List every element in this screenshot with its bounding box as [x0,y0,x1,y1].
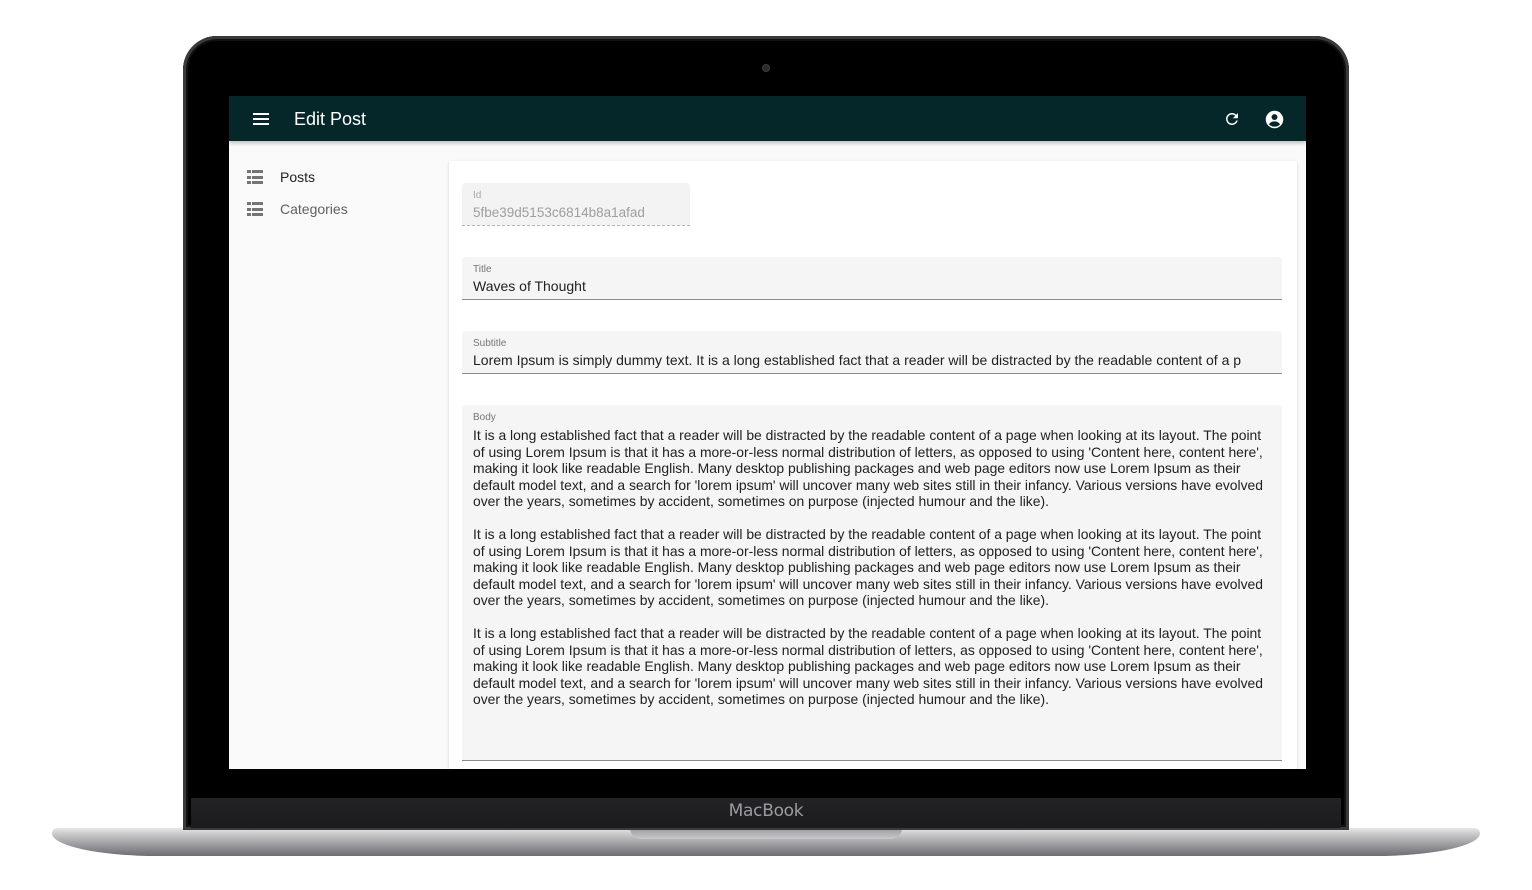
id-field-value: 5fbe39d5153c6814b8a1afad [473,205,645,220]
page-title: Edit Post [294,109,367,129]
camera-icon [762,64,770,72]
body-field[interactable]: Body It is a long established fact that … [462,405,1282,761]
refresh-icon[interactable] [1219,106,1245,132]
list-icon [247,202,263,216]
sidebar-item-categories[interactable]: Categories [247,196,348,222]
body-field-label: Body [473,412,496,423]
edit-post-form: Id 5fbe39d5153c6814b8a1afad Title Waves … [449,161,1297,769]
sidebar: Posts Categories [229,141,449,769]
menu-icon[interactable] [249,107,273,131]
body-field-value[interactable]: It is a long established fact that a rea… [473,427,1271,708]
brand-label: MacBook [728,801,804,821]
account-circle-icon[interactable] [1261,106,1287,132]
subtitle-field-label: Subtitle [473,338,507,349]
app-screen: Edit Post Posts Categories Id 5fbe39d515… [229,96,1306,769]
app-bar: Edit Post [229,96,1306,141]
body-paragraph: It is a long established fact that a rea… [473,625,1263,707]
sidebar-item-posts[interactable]: Posts [247,164,315,190]
sidebar-item-label: Posts [280,169,316,185]
body-paragraph: It is a long established fact that a rea… [473,427,1263,509]
title-field-value[interactable]: Waves of Thought [473,278,1271,295]
sidebar-item-label: Categories [280,201,348,217]
subtitle-field[interactable]: Subtitle Lorem Ipsum is simply dummy tex… [462,331,1282,374]
id-field: Id 5fbe39d5153c6814b8a1afad [462,183,690,226]
title-field[interactable]: Title Waves of Thought [462,257,1282,300]
id-field-label: Id [473,190,482,201]
title-field-label: Title [473,264,492,275]
subtitle-field-value[interactable]: Lorem Ipsum is simply dummy text. It is … [473,352,1271,369]
list-icon [247,170,263,184]
body-paragraph: It is a long established fact that a rea… [473,526,1263,608]
